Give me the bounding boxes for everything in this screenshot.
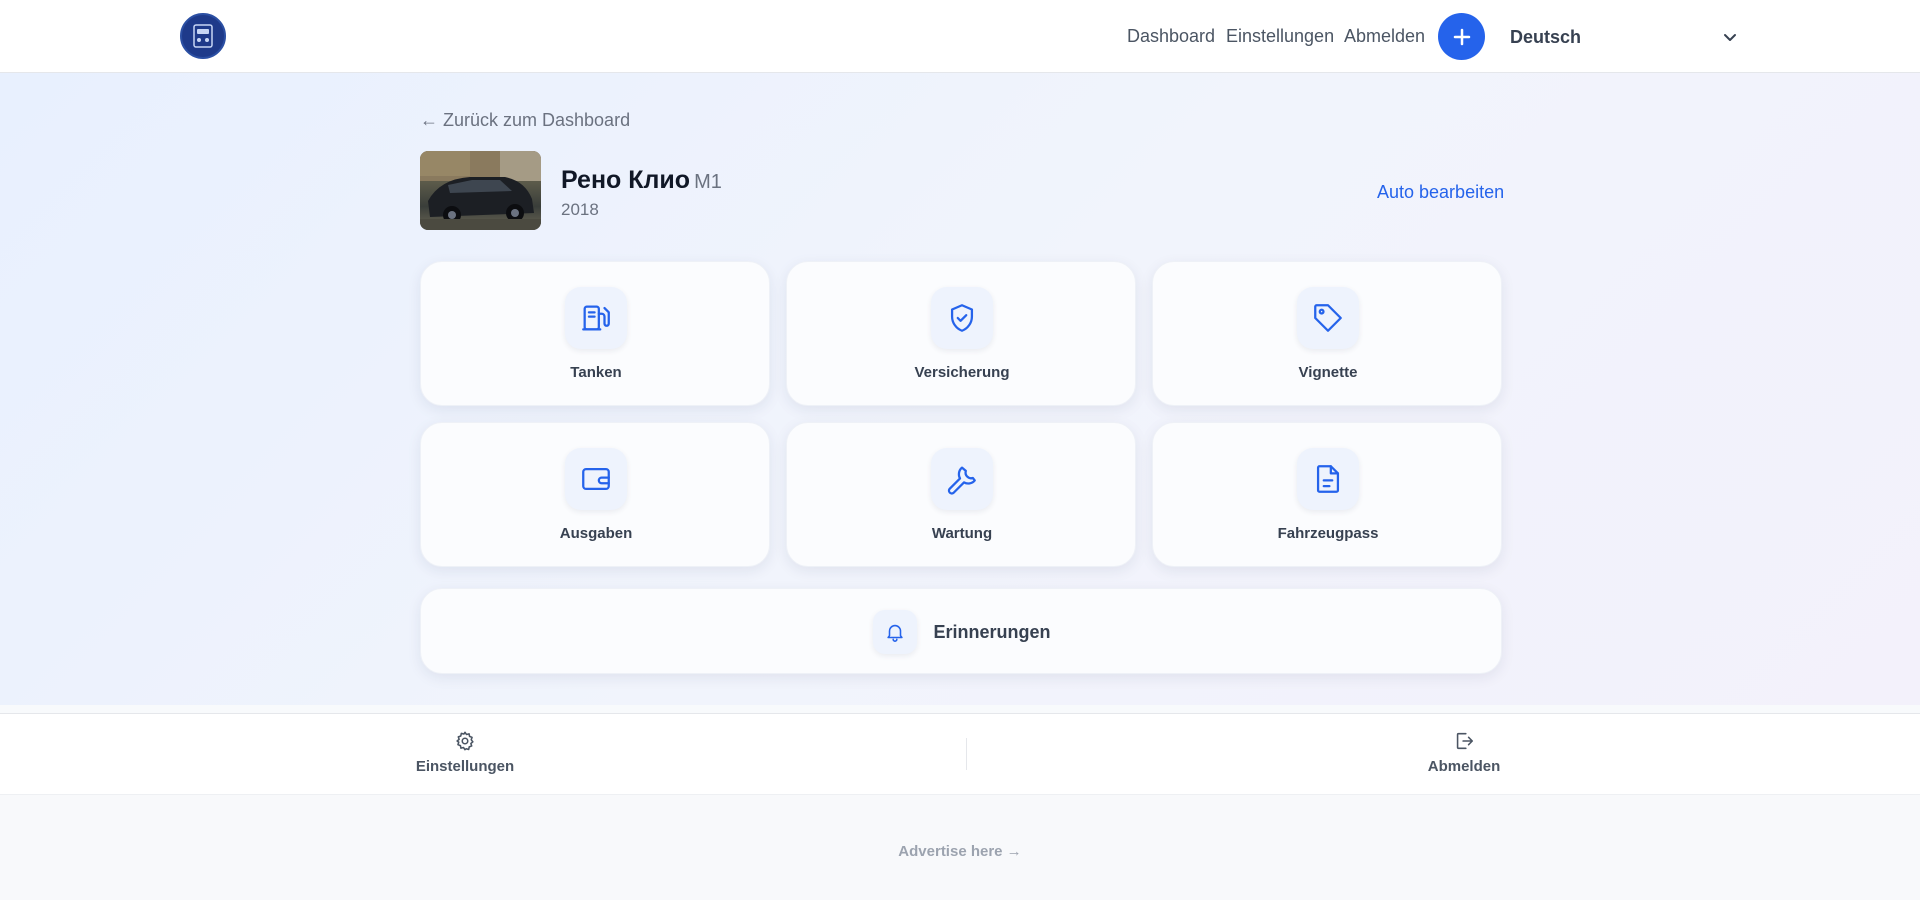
car-year: 2018	[561, 200, 599, 219]
advertise-link[interactable]: Advertise here →	[0, 843, 1920, 860]
car-title: Рено Клио M1	[561, 166, 722, 195]
tile-vignette[interactable]: Vignette	[1152, 261, 1502, 406]
tile-label: Tanken	[570, 364, 622, 381]
chevron-down-icon	[1724, 34, 1736, 41]
bell-icon	[873, 610, 918, 654]
tile-ausgaben[interactable]: Ausgaben	[420, 422, 770, 567]
tile-label: Wartung	[931, 525, 993, 542]
tile-versicherung[interactable]: Versicherung	[786, 261, 1136, 406]
logout-icon	[1456, 732, 1474, 750]
nav-settings-link[interactable]: Einstellungen	[1226, 26, 1334, 47]
gear-icon	[456, 731, 474, 751]
bottom-nav-logout[interactable]: Abmelden	[1394, 730, 1534, 775]
edit-car-link[interactable]: Auto bearbeiten	[1377, 182, 1504, 203]
bottom-nav-settings[interactable]: Einstellungen	[395, 730, 535, 775]
app-logo[interactable]	[180, 13, 226, 59]
car-photo	[420, 151, 541, 230]
reminders-card[interactable]: Erinnerungen	[420, 588, 1502, 674]
wrench-icon	[931, 448, 993, 510]
car-plate: M1	[694, 171, 722, 193]
tag-icon	[1297, 287, 1359, 349]
back-to-dashboard-link[interactable]: ← Zurück zum Dashboard	[420, 110, 630, 131]
plus-icon	[1453, 28, 1470, 45]
language-value: Deutsch	[1510, 26, 1582, 47]
reminders-label: Erinnerungen	[933, 621, 1051, 642]
bottom-nav: Einstellungen Abmelden	[0, 713, 1920, 794]
tile-tanken[interactable]: Tanken	[420, 261, 770, 406]
tile-wartung[interactable]: Wartung	[786, 422, 1136, 567]
fuel-pump-icon	[565, 287, 627, 349]
bottom-nav-divider	[966, 738, 967, 770]
bottom-nav-logout-label: Abmelden	[1427, 758, 1501, 775]
wallet-icon	[565, 448, 627, 510]
shield-check-icon	[931, 287, 993, 349]
bottom-nav-settings-label: Einstellungen	[415, 758, 515, 775]
tile-label: Fahrzeugpass	[1277, 525, 1379, 542]
nav-logout-link[interactable]: Abmelden	[1344, 26, 1425, 47]
language-select[interactable]: Deutsch	[1510, 20, 1750, 54]
logo-icon	[193, 24, 213, 48]
add-button[interactable]	[1438, 13, 1485, 60]
tile-fahrzeugpass[interactable]: Fahrzeugpass	[1152, 422, 1502, 567]
car-name: Рено Клио	[561, 166, 691, 194]
tile-label: Ausgaben	[559, 525, 633, 542]
nav-dashboard-link[interactable]: Dashboard	[1127, 26, 1215, 47]
top-navbar: Dashboard Einstellungen Abmelden Deutsch	[0, 0, 1920, 73]
main-content: ← Zurück zum Dashboard Рено Клио M1 2018 …	[0, 73, 1920, 705]
tile-label: Versicherung	[914, 364, 1010, 381]
tile-label: Vignette	[1298, 364, 1358, 381]
document-icon	[1297, 448, 1359, 510]
ad-area: Advertise here →	[0, 794, 1920, 900]
